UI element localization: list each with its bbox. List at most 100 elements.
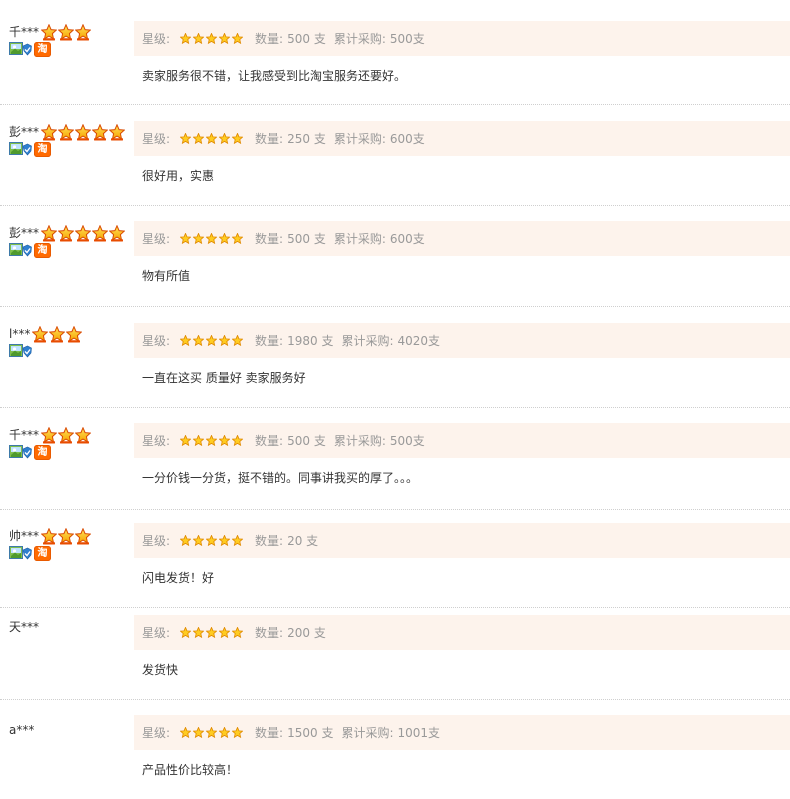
credit-level <box>40 23 92 41</box>
reviewer-name[interactable]: a*** <box>9 723 34 737</box>
rating-star-icon <box>179 232 192 245</box>
reviewer-name[interactable]: 千*** <box>9 428 39 442</box>
review-divider <box>0 699 790 700</box>
reviewer-name-row: 帅*** <box>9 526 92 546</box>
rating-label: 星级: <box>142 534 171 548</box>
reviewer-info: 帅*** 淘 <box>9 526 92 561</box>
cumulative-label: 累计采购: <box>341 726 394 740</box>
review-comment: 闪电发货！好 <box>142 571 215 585</box>
reviewer-info: 彭*** 淘 <box>9 223 126 258</box>
cumulative-label: 累计采购: <box>333 132 386 146</box>
taobao-badge-icon[interactable]: 淘 <box>34 142 51 157</box>
rating-star-icon <box>218 434 231 447</box>
credit-level <box>40 426 92 444</box>
verified-identity-icon[interactable] <box>9 546 32 560</box>
rating-star-icon <box>218 626 231 639</box>
review-info-bar: 星级: 数量: 200 支 <box>134 615 790 650</box>
review-comment: 很好用，实惠 <box>142 169 215 183</box>
verified-identity-icon[interactable] <box>9 344 32 358</box>
reviewer-badges <box>9 344 82 358</box>
rating-star-icon <box>179 32 192 45</box>
taobao-badge-icon[interactable]: 淘 <box>34 42 51 57</box>
rating-star-icon <box>179 534 192 547</box>
rating-label: 星级: <box>142 334 171 348</box>
credit-star-icon <box>91 224 109 242</box>
rating-label: 星级: <box>142 434 171 448</box>
credit-star-icon <box>57 23 75 41</box>
rating-label: 星级: <box>142 626 171 640</box>
verified-identity-icon[interactable] <box>9 445 32 459</box>
taobao-badge-icon[interactable]: 淘 <box>34 445 51 460</box>
credit-star-icon <box>48 325 66 343</box>
review-info-bar: 星级: 数量: 500 支累计采购: 500支 <box>134 423 790 458</box>
rating-star-icon <box>218 534 231 547</box>
credit-level <box>40 123 126 141</box>
cumulative-value: 500支 <box>389 32 425 46</box>
quantity-value: 500 支 <box>287 232 326 246</box>
credit-star-icon <box>57 224 75 242</box>
rating-star-icon <box>192 434 205 447</box>
cumulative-label: 累计采购: <box>333 232 386 246</box>
credit-level <box>40 527 92 545</box>
reviewer-name[interactable]: 彭*** <box>9 125 39 139</box>
taobao-badge-icon[interactable]: 淘 <box>34 243 51 258</box>
quantity-value: 500 支 <box>287 32 326 46</box>
review-divider <box>0 205 790 206</box>
credit-level <box>40 224 126 242</box>
review-divider <box>0 607 790 608</box>
rating-star-icon <box>218 232 231 245</box>
reviewer-info: 千*** 淘 <box>9 22 92 57</box>
rating-star-icon <box>205 626 218 639</box>
rating-star-icon <box>192 32 205 45</box>
reviewer-name[interactable]: 帅*** <box>9 529 39 543</box>
review-comment: 发货快 <box>142 663 179 677</box>
rating-star-icon <box>218 132 231 145</box>
review-comment: 卖家服务很不错，让我感受到比淘宝服务还要好。 <box>142 69 407 83</box>
reviewer-info: a*** <box>9 720 36 740</box>
cumulative-value: 600支 <box>389 232 425 246</box>
rating-star-icon <box>231 132 244 145</box>
verified-identity-icon[interactable] <box>9 42 32 56</box>
review-info-bar: 星级: 数量: 250 支累计采购: 600支 <box>134 121 790 156</box>
review-comment: 产品性价比较高！ <box>142 763 239 777</box>
credit-star-icon <box>40 224 58 242</box>
reviewer-name[interactable]: 千*** <box>9 25 39 39</box>
rating-star-icon <box>231 534 244 547</box>
rating-star-icon <box>218 726 231 739</box>
reviewer-info: 千*** 淘 <box>9 425 92 460</box>
rating-stars <box>179 726 244 739</box>
rating-star-icon <box>218 334 231 347</box>
rating-label: 星级: <box>142 132 171 146</box>
rating-star-icon <box>192 726 205 739</box>
rating-stars <box>179 434 244 447</box>
reviewer-name[interactable]: 天*** <box>9 620 39 634</box>
quantity-label: 数量: <box>255 334 284 348</box>
quantity-value: 500 支 <box>287 434 326 448</box>
credit-star-icon <box>40 23 58 41</box>
verified-identity-icon[interactable] <box>9 243 32 257</box>
rating-stars <box>179 32 244 45</box>
reviewer-name-row: 天*** <box>9 617 41 637</box>
reviewer-name[interactable]: l*** <box>9 327 30 341</box>
review-info-bar: 星级: 数量: 500 支累计采购: 500支 <box>134 21 790 56</box>
reviewer-info: l*** <box>9 324 83 358</box>
verified-identity-icon[interactable] <box>9 142 32 156</box>
rating-star-icon <box>179 726 192 739</box>
quantity-label: 数量: <box>255 626 284 640</box>
reviewer-name-row: 千*** <box>9 22 92 42</box>
quantity-label: 数量: <box>255 726 284 740</box>
quantity-label: 数量: <box>255 534 284 548</box>
quantity-label: 数量: <box>255 32 284 46</box>
reviewer-name[interactable]: 彭*** <box>9 226 39 240</box>
rating-label: 星级: <box>142 726 171 740</box>
cumulative-value: 600支 <box>389 132 425 146</box>
taobao-badge-icon[interactable]: 淘 <box>34 546 51 561</box>
credit-star-icon <box>74 123 92 141</box>
cumulative-label: 累计采购: <box>341 334 394 348</box>
credit-star-icon <box>108 123 126 141</box>
review-divider <box>0 104 790 105</box>
credit-star-icon <box>57 426 75 444</box>
credit-star-icon <box>40 527 58 545</box>
review-divider <box>0 407 790 408</box>
rating-stars <box>179 132 244 145</box>
